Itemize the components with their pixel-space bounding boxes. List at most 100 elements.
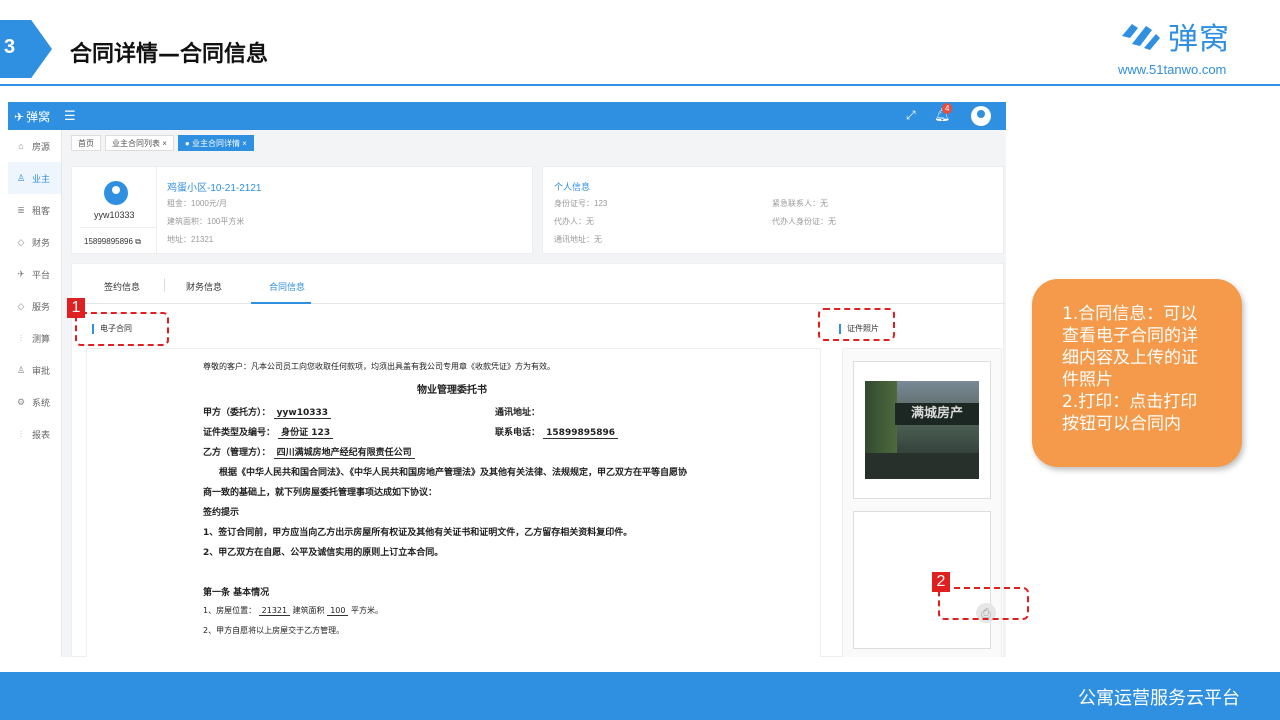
- breadcrumb-tabs: 首页 业主合同列表 × ● 业主合同详情 ×: [71, 135, 254, 151]
- callout-line: 细内容及上传的证: [1062, 348, 1198, 368]
- doc-item-1: 1、房屋位置： 21321 建筑面积 100 平方米。: [203, 605, 383, 616]
- tab-home[interactable]: 首页: [71, 135, 101, 151]
- sidebar-item-label: 服务: [32, 301, 51, 312]
- callout-line: 按钮可以合同内: [1062, 414, 1181, 434]
- party-b-value: 四川满城房地产经纪有限责任公司: [273, 448, 415, 459]
- tag-icon: ◇: [17, 300, 25, 311]
- sidebar-item-house[interactable]: ⌂ 房源: [8, 130, 61, 162]
- tab-owner-contract-detail[interactable]: ● 业主合同详情 ×: [177, 135, 254, 151]
- sidebar-item-label: 系统: [32, 397, 51, 408]
- tab-divider: [164, 278, 165, 292]
- sidebar: ⌂ 房源 ♙ 业主 ≣ 租客 ◇ 财务 ✈ 平台 ◇ 服务 ⫶ 测算 ♙ 审批 ⚙ 系统 ⫶ 报表: [8, 130, 62, 657]
- id-photo-card[interactable]: 满城房产: [853, 361, 991, 499]
- doc-tip-2: 2、甲乙双方在自愿、公平及诚信实用的原则上订立本合同。: [203, 548, 444, 558]
- doc-item-2: 2、甲方自愿将以上房屋交于乙方管理。: [203, 626, 345, 635]
- item1-area-value: 100: [327, 606, 349, 616]
- sliders-icon: ⫶: [19, 332, 23, 343]
- home-icon: ⌂: [18, 141, 24, 151]
- tab-contract-info[interactable]: 合同信息: [269, 280, 305, 293]
- property-rent: 租金：1000元/月: [167, 199, 228, 208]
- sidebar-item-approval[interactable]: ♙ 审批: [8, 354, 61, 386]
- active-tab-indicator: [251, 302, 311, 304]
- callout-line: 1.合同信息：可以: [1062, 304, 1198, 324]
- gear-icon: ⚙: [16, 396, 26, 407]
- sidebar-item-platform[interactable]: ✈ 平台: [8, 258, 61, 290]
- menu-toggle-icon[interactable]: ☰: [64, 108, 76, 124]
- callout-line: 2.打印：点击打印: [1062, 392, 1198, 412]
- cert-row: 证件类型及编号： 身份证 123: [203, 425, 334, 439]
- party-b-row: 乙方（管理方）： 四川满城房地产经纪有限责任公司: [203, 445, 415, 459]
- contact-phone-row: 联系电话： 15899895896: [495, 425, 619, 439]
- id-number: 身份证号：123: [554, 199, 608, 208]
- id-photos-highlight: [818, 308, 895, 341]
- user-avatar[interactable]: [971, 106, 991, 126]
- owner-info-card: yyw10333 15899895896 ⧉ 鸡蛋小区-10-21-2121 租…: [71, 166, 533, 255]
- detail-tabs: 签约信息 财务信息 合同信息: [72, 264, 1005, 304]
- item1-location: 21321: [258, 606, 291, 616]
- photo-shop-sign: 满城房产: [895, 403, 979, 425]
- sidebar-item-label: 租客: [32, 205, 51, 216]
- sidebar-item-label: 审批: [32, 365, 51, 376]
- tanwo-logo-icon: ✈: [14, 109, 25, 124]
- sidebar-item-finance[interactable]: ◇ 财务: [8, 226, 61, 258]
- sidebar-item-report[interactable]: ⫶ 报表: [8, 418, 61, 450]
- database-icon: ≣: [17, 204, 25, 215]
- app-logo[interactable]: ✈ 弹窝: [14, 108, 50, 125]
- footer-text: 公寓运营服务云平台: [1078, 688, 1240, 709]
- cert-label: 证件类型及编号：: [203, 428, 276, 438]
- owner-avatar: [104, 181, 128, 205]
- phone-value: 15899895896: [543, 428, 619, 439]
- sidebar-item-tenant[interactable]: ≣ 租客: [8, 194, 61, 226]
- sidebar-item-label: 业主: [32, 173, 51, 184]
- agent: 代办人：无: [554, 217, 594, 226]
- owner-phone: 15899895896 ⧉: [84, 237, 141, 247]
- app-logo-text: 弹窝: [26, 110, 51, 124]
- item1-label: 1、房屋位置：: [203, 606, 257, 615]
- app-window: ✈ 弹窝 ☰ ⤢ 🔔︎ 4 ⌂ 房源 ♙ 业主 ≣ 租客 ◇ 财务 ✈ 平台 ◇ 服务 ⫶ 测…: [8, 102, 1006, 657]
- header-divider: [0, 84, 1280, 86]
- fullscreen-icon[interactable]: ⤢: [906, 108, 916, 123]
- owner-username: yyw10333: [94, 210, 135, 220]
- contract-document: 尊敬的客户：凡本公司员工向您收取任何款项，均须出具盖有我公司专用章《收款凭证》方…: [86, 348, 821, 657]
- property-title[interactable]: 鸡蛋小区-10-21-2121: [167, 179, 261, 194]
- sidebar-item-calculate[interactable]: ⫶ 测算: [8, 322, 61, 354]
- top-bar: ✈ 弹窝 ☰ ⤢ 🔔︎ 4: [8, 102, 1006, 130]
- sidebar-item-service[interactable]: ◇ 服务: [8, 290, 61, 322]
- tanwo-logo-icon: [1122, 24, 1160, 50]
- instruction-callout: 1.合同信息：可以 查看电子合同的详 细内容及上传的证 件照片 2.打印：点击打…: [1032, 279, 1242, 467]
- doc-law-line-1: 根据《中华人民共和国合同法》、《中华人民共和国房地产管理法》及其他有关法律、法规…: [219, 468, 688, 478]
- slide-number: 3: [0, 20, 52, 78]
- doc-notice: 尊敬的客户：凡本公司员工向您收取任何款项，均须出具盖有我公司专用章《收款凭证》方…: [203, 362, 555, 371]
- sidebar-item-system[interactable]: ⚙ 系统: [8, 386, 61, 418]
- sidebar-item-label: 房源: [32, 141, 51, 152]
- tab-owner-contract-list[interactable]: 业主合同列表 ×: [105, 135, 174, 151]
- copy-icon[interactable]: ⧉: [135, 237, 141, 246]
- item1-unit: 平方米。: [351, 606, 384, 615]
- slide-footer: 公寓运营服务云平台: [0, 672, 1280, 720]
- sidebar-item-owner[interactable]: ♙ 业主: [8, 162, 61, 194]
- person-icon: ♙: [16, 364, 26, 375]
- print-highlight: [938, 587, 1029, 620]
- empty-photo-card[interactable]: [853, 511, 991, 649]
- sidebar-item-label: 平台: [32, 269, 51, 280]
- callout-line: 件照片: [1062, 370, 1113, 390]
- cert-value: 身份证 123: [278, 428, 334, 439]
- sliders-icon: ⫶: [19, 428, 23, 439]
- doc-tip-1: 1、签订合同前，甲方应当向乙方出示房屋所有权证及其他有关证书和证明文件，乙方留存…: [203, 528, 633, 538]
- property-address: 地址：21321: [167, 235, 214, 244]
- doc-law-line-2: 商一致的基础上，就下列房屋委托管理事项达成如下协议：: [203, 488, 438, 498]
- party-a-row: 甲方（委托方）： yyw10333: [203, 405, 332, 419]
- party-a-value: yyw10333: [273, 408, 332, 419]
- party-a-label: 甲方（委托方）：: [203, 408, 271, 418]
- photo-ground: [865, 453, 979, 479]
- phone-label: 联系电话：: [495, 428, 541, 438]
- diamond-icon: ◇: [17, 236, 25, 247]
- user-icon: ♙: [16, 172, 26, 183]
- slide: 3 合同详情—合同信息 弹窝 www.51tanwo.com ✈ 弹窝 ☰ ⤢ …: [0, 0, 1280, 720]
- id-photo: 满城房产: [865, 381, 979, 479]
- tab-signing-info[interactable]: 签约信息: [104, 280, 140, 293]
- brand-url: www.51tanwo.com: [1118, 62, 1227, 77]
- tab-finance-info[interactable]: 财务信息: [186, 280, 222, 293]
- personal-info-card: 个人信息 身份证号：123 代办人：无 通讯地址：无 紧急联系人：无 代办人身份…: [542, 166, 1004, 254]
- e-contract-highlight: [75, 312, 169, 346]
